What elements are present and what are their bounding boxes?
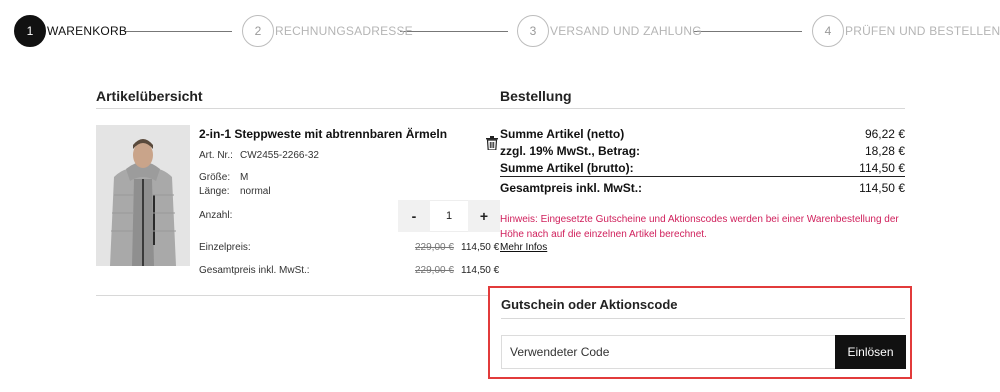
coupon-code-input[interactable]: [501, 335, 835, 369]
summary-gross-value: 114,50 €: [859, 161, 905, 175]
art-nr-value: CW2455-2266-32: [240, 150, 319, 161]
step-versand-zahlung[interactable]: 3 VERSAND UND ZAHLUNG: [517, 15, 702, 47]
order-divider: [500, 108, 905, 109]
summary-vat-label: zzgl. 19% MwSt., Betrag:: [500, 144, 641, 158]
step-label: WARENKORB: [47, 24, 128, 38]
size-label: Größe:: [199, 172, 231, 183]
step-connector: [694, 31, 802, 32]
summary-net-value: 96,22 €: [864, 127, 905, 141]
redeem-button[interactable]: Einlösen: [835, 335, 906, 369]
total-price-label: Gesamtpreis inkl. MwSt.:: [199, 265, 310, 276]
summary-gross-label: Summe Artikel (brutto):: [500, 161, 634, 175]
quantity-label: Anzahl:: [199, 210, 233, 221]
product-name[interactable]: 2-in-1 Steppweste mit abtrennbaren Ärmel…: [199, 127, 447, 141]
overview-divider: [96, 108, 500, 109]
coupon-title: Gutschein oder Aktionscode: [501, 297, 678, 312]
length-value: normal: [240, 186, 271, 197]
quantity-decrease-button[interactable]: -: [398, 200, 430, 232]
quantity-increase-button[interactable]: +: [468, 200, 500, 232]
step-pruefen-bestellen[interactable]: 4 PRÜFEN UND BESTELLEN: [812, 15, 1000, 47]
step-label: PRÜFEN UND BESTELLEN: [845, 24, 1000, 38]
step-number: 1: [14, 15, 46, 47]
total-price-old: 229,00 €: [415, 265, 454, 276]
step-label: VERSAND UND ZAHLUNG: [550, 24, 702, 38]
step-number: 2: [242, 15, 274, 47]
step-number: 4: [812, 15, 844, 47]
quantity-value[interactable]: 1: [430, 200, 468, 232]
step-number: 3: [517, 15, 549, 47]
step-rechnungsadresse[interactable]: 2 RECHNUNGSADRESSE: [242, 15, 413, 47]
trash-icon[interactable]: [486, 136, 498, 150]
summary-total-value: 114,50 €: [859, 181, 905, 195]
unit-price-label: Einzelpreis:: [199, 242, 251, 253]
unit-price-old: 229,00 €: [415, 242, 454, 253]
overview-bottom-divider: [96, 295, 488, 296]
summary-net-label: Summe Artikel (netto): [500, 127, 625, 141]
checkout-stepper: 1 WARENKORB 2 RECHNUNGSADRESSE 3 VERSAND…: [0, 0, 1000, 64]
coupon-divider: [501, 318, 905, 319]
step-warenkorb[interactable]: 1 WARENKORB: [14, 15, 127, 47]
step-connector: [124, 31, 232, 32]
quantity-stepper: - 1 +: [398, 200, 500, 232]
summary-divider: [500, 176, 905, 177]
order-title: Bestellung: [500, 88, 572, 104]
coupon-section: Gutschein oder Aktionscode Einlösen: [488, 286, 912, 379]
art-nr-label: Art. Nr.:: [199, 150, 233, 161]
step-label: RECHNUNGSADRESSE: [275, 24, 413, 38]
summary-total-label: Gesamtpreis inkl. MwSt.:: [500, 181, 643, 195]
summary-vat-row: zzgl. 19% MwSt., Betrag: 18,28 €: [500, 144, 905, 158]
size-value: M: [240, 172, 249, 183]
overview-title: Artikelübersicht: [96, 88, 203, 104]
summary-gross-row: Summe Artikel (brutto): 114,50 €: [500, 161, 905, 175]
unit-price-new: 114,50 €: [461, 242, 500, 253]
total-price-new: 114,50 €: [461, 265, 500, 276]
length-label: Länge:: [199, 186, 230, 197]
summary-vat-value: 18,28 €: [864, 144, 905, 158]
more-info-link[interactable]: Mehr Infos: [500, 242, 547, 253]
summary-total-row: Gesamtpreis inkl. MwSt.: 114,50 €: [500, 181, 905, 195]
step-connector: [400, 31, 508, 32]
product-image[interactable]: [96, 125, 190, 266]
product-photo-illustration: [96, 125, 190, 266]
coupon-hint-text: Hinweis: Eingesetzte Gutscheine und Akti…: [500, 214, 899, 240]
summary-net-row: Summe Artikel (netto) 96,22 €: [500, 127, 905, 141]
